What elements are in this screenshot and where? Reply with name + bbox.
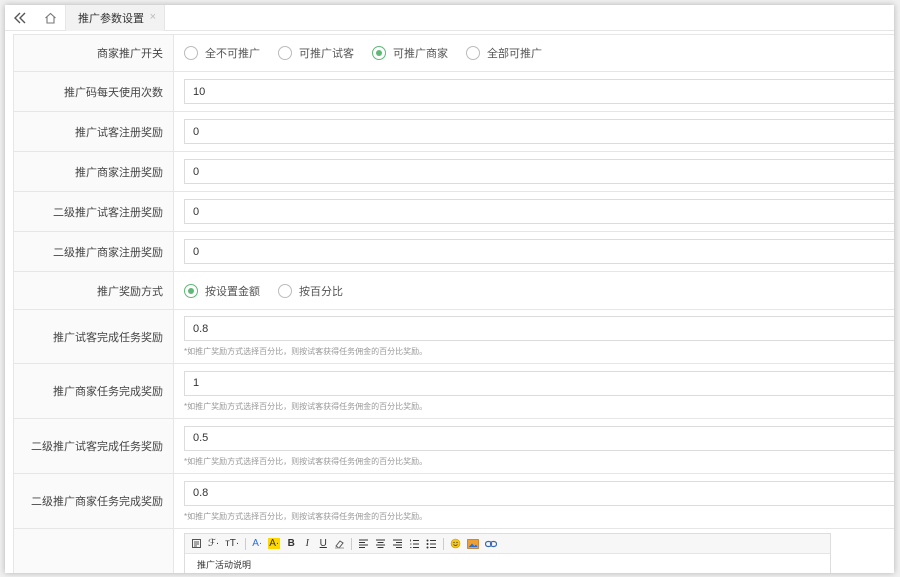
field-label: 推广商家任务完成奖励 [13, 363, 174, 419]
image-icon[interactable] [467, 538, 480, 549]
tab-bar: 推广参数设置 × [5, 5, 894, 31]
form-row: 商家推广开关 全不可推广 可推广试客 可推广商家 全部可推广 [13, 34, 894, 72]
field-hint: *如推广奖励方式选择百分比，则按试客获得任务佣金的百分比奖励。 [184, 347, 428, 356]
l2-tester-task-reward-input[interactable]: 0.5 [184, 425, 894, 451]
field-hint: *如推广奖励方式选择百分比，则按试客获得任务佣金的百分比奖励。 [184, 401, 428, 411]
bg-color-button[interactable]: A· [268, 538, 281, 549]
settings-form-container: 商家推广开关 全不可推广 可推广试客 可推广商家 全部可推广 推广码每天使用次数… [13, 34, 894, 573]
form-row: 二级推广试客完成任务奖励 0.5 *如推广奖励方式选择百分比，则按试客获得任务佣… [13, 418, 894, 474]
form-row: 推广试客完成任务奖励 0.8 *如推广奖励方式选择百分比，则按试客获得任务佣金的… [13, 309, 894, 364]
font-size-button[interactable]: ᴛT· [225, 538, 239, 549]
tester-task-reward-input[interactable]: 0.8 [184, 316, 894, 341]
form-row: ℱ· ᴛT· A· A· B I U 推广活动说明 [13, 528, 894, 573]
main-frame: 推广参数设置 × 商家推广开关 全不可推广 可推广试客 可推广商家 全部可推广 … [5, 5, 894, 573]
radio-none[interactable]: 全不可推广 [184, 45, 260, 61]
form-row: 推广商家注册奖励 0 [13, 151, 894, 192]
field-label: 商家推广开关 [13, 34, 174, 72]
tester-register-reward-input[interactable]: 0 [184, 119, 894, 144]
form-row: 推广商家任务完成奖励 1 *如推广奖励方式选择百分比，则按试客获得任务佣金的百分… [13, 363, 894, 419]
editor-content[interactable]: 推广活动说明 [185, 554, 830, 573]
field-label: 推广码每天使用次数 [13, 71, 174, 112]
radio-label: 全部可推广 [487, 48, 542, 60]
settings-form: 商家推广开关 全不可推广 可推广试客 可推广商家 全部可推广 推广码每天使用次数… [13, 34, 894, 573]
radio-merchant[interactable]: 可推广商家 [372, 45, 448, 61]
daily-code-uses-input[interactable]: 10 [184, 79, 894, 104]
l2-tester-register-reward-input[interactable]: 0 [184, 199, 894, 224]
field-hint: *如推广奖励方式选择百分比，则按试客获得任务佣金的百分比奖励。 [184, 511, 428, 521]
toolbar-divider [443, 537, 445, 550]
field-hint: *如推广奖励方式选择百分比，则按试客获得任务佣金的百分比奖励。 [184, 456, 428, 466]
field-label: 二级推广商家注册奖励 [13, 231, 174, 272]
radio-fixed-amount[interactable]: 按设置金额 [184, 283, 260, 299]
ordered-list-icon[interactable] [409, 539, 420, 549]
reward-mode-radio-group: 按设置金额 按百分比 [184, 283, 894, 299]
field-label: 二级推广试客注册奖励 [13, 191, 174, 232]
align-right-icon[interactable] [392, 539, 403, 549]
underline-button[interactable]: U [318, 538, 328, 549]
merchant-task-reward-input[interactable]: 1 [184, 370, 894, 396]
radio-label: 按百分比 [299, 285, 343, 298]
toolbar-divider [351, 537, 353, 550]
source-code-icon[interactable] [191, 538, 202, 549]
tab-promotion-settings[interactable]: 推广参数设置 × [65, 5, 165, 31]
eraser-icon[interactable] [334, 538, 345, 549]
field-label: 推广奖励方式 [13, 271, 174, 310]
form-row: 二级推广试客注册奖励 0 [13, 191, 894, 232]
radio-label: 全不可推广 [205, 48, 260, 60]
rich-text-editor: ℱ· ᴛT· A· A· B I U 推广活动说明 [184, 533, 831, 573]
field-label: 推广商家注册奖励 [13, 151, 174, 192]
emoji-icon[interactable] [450, 538, 461, 549]
radio-label: 按设置金额 [205, 285, 260, 298]
form-row: 推广奖励方式 按设置金额 按百分比 [13, 271, 894, 310]
radio-tester[interactable]: 可推广试客 [278, 45, 354, 61]
radio-label: 可推广商家 [393, 48, 448, 60]
form-row: 推广试客注册奖励 0 [13, 111, 894, 152]
font-family-button[interactable]: ℱ· [208, 538, 219, 549]
l2-merchant-register-reward-input[interactable]: 0 [184, 239, 894, 264]
align-left-icon[interactable] [358, 539, 369, 549]
tab-label: 推广参数设置 [78, 13, 144, 25]
l2-merchant-task-reward-input[interactable]: 0.8 [184, 480, 894, 506]
bold-button[interactable]: B [286, 538, 296, 549]
editor-toolbar: ℱ· ᴛT· A· A· B I U [185, 534, 830, 554]
merchant-switch-radio-group: 全不可推广 可推广试客 可推广商家 全部可推广 [184, 45, 894, 61]
field-label-empty [13, 528, 174, 573]
align-center-icon[interactable] [375, 539, 386, 549]
link-icon[interactable] [485, 540, 498, 548]
field-label: 二级推广试客完成任务奖励 [13, 418, 174, 474]
radio-label: 可推广试客 [299, 48, 354, 60]
radio-percentage[interactable]: 按百分比 [278, 283, 343, 299]
form-row: 二级推广商家任务完成奖励 0.8 *如推广奖励方式选择百分比，则按试客获得任务佣… [13, 473, 894, 529]
field-label: 推广试客注册奖励 [13, 111, 174, 152]
double-chevron-left-icon[interactable] [5, 5, 35, 31]
unordered-list-icon[interactable] [426, 539, 437, 549]
form-row: 二级推广商家注册奖励 0 [13, 231, 894, 272]
tab-close-icon[interactable]: × [150, 11, 156, 23]
form-row: 推广码每天使用次数 10 [13, 71, 894, 112]
toolbar-divider [245, 537, 247, 550]
radio-all[interactable]: 全部可推广 [466, 45, 542, 61]
font-color-button[interactable]: A· [252, 538, 262, 549]
italic-button[interactable]: I [302, 538, 312, 549]
field-label: 推广试客完成任务奖励 [13, 309, 174, 364]
field-label: 二级推广商家任务完成奖励 [13, 473, 174, 529]
merchant-register-reward-input[interactable]: 0 [184, 159, 894, 184]
home-icon[interactable] [35, 5, 65, 31]
